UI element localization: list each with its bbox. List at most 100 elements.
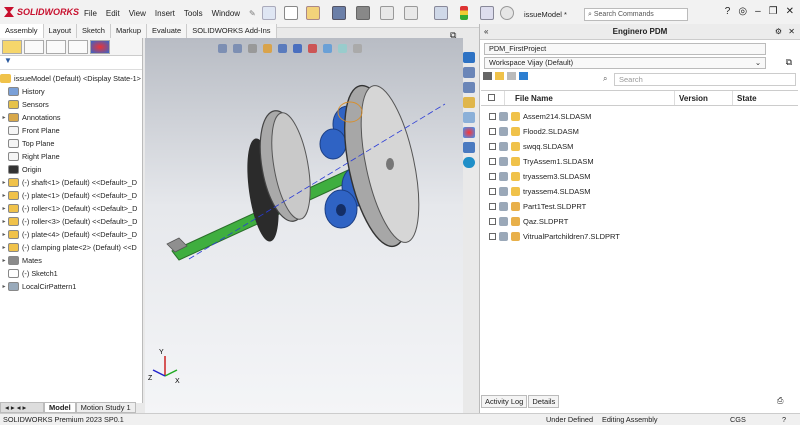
solidworks-logo[interactable]: SOLIDWORKS xyxy=(4,7,79,17)
tree-item[interactable]: ▸ Annotations xyxy=(0,111,142,124)
tree-item[interactable]: History xyxy=(0,85,142,98)
menu-file[interactable]: File xyxy=(84,9,97,18)
tree-root[interactable]: issueModel (Default) <Display State-1> xyxy=(0,72,142,85)
roller-top-2[interactable] xyxy=(319,128,347,160)
column-file-name[interactable]: File Name xyxy=(505,91,675,105)
redo-icon[interactable] xyxy=(404,6,418,20)
menu-window[interactable]: Window xyxy=(212,9,240,18)
save-icon[interactable] xyxy=(332,6,346,20)
file-properties-icon[interactable] xyxy=(480,6,494,20)
viewport-restore-icon[interactable]: ⧉ xyxy=(450,30,456,41)
view-orientation-icon[interactable] xyxy=(278,44,287,53)
column-version[interactable]: Version xyxy=(675,91,733,105)
file-checkbox[interactable] xyxy=(489,112,496,120)
section-view-icon[interactable] xyxy=(263,44,272,53)
tab-model[interactable]: Model xyxy=(44,402,76,413)
status-help-icon[interactable]: ? xyxy=(782,414,786,425)
tree-filter[interactable]: ▼ xyxy=(0,56,142,70)
help-icon[interactable]: ? xyxy=(725,6,731,17)
expand-icon[interactable]: ▸ xyxy=(0,231,8,238)
select-cursor-icon[interactable] xyxy=(434,6,448,20)
menu-view[interactable]: View xyxy=(129,9,146,18)
file-row[interactable]: TryAssem1.SLDASM xyxy=(489,154,594,168)
file-checkbox[interactable] xyxy=(489,232,496,240)
hide-show-items-icon[interactable] xyxy=(308,44,317,53)
tree-item[interactable]: ▸ (-) plate<4> (Default) <<Default>_D xyxy=(0,228,142,241)
expand-icon[interactable]: ▸ xyxy=(0,205,8,212)
view-palette-icon[interactable] xyxy=(463,112,475,123)
tab-activity-log[interactable]: Activity Log xyxy=(481,395,528,408)
column-state[interactable]: State xyxy=(733,91,798,105)
status-units[interactable]: CGS xyxy=(730,414,746,425)
custom-properties-icon[interactable] xyxy=(463,142,475,153)
rebuild-traffic-light-icon[interactable] xyxy=(460,6,468,20)
view-settings-icon[interactable] xyxy=(353,44,362,53)
previous-view-icon[interactable] xyxy=(248,44,257,53)
tab-sketch[interactable]: Sketch xyxy=(77,24,111,38)
file-row[interactable]: tryassem4.SLDASM xyxy=(489,184,591,198)
menu-edit[interactable]: Edit xyxy=(106,9,120,18)
tab-markup[interactable]: Markup xyxy=(110,24,147,38)
display-style-icon[interactable] xyxy=(293,44,302,53)
workspace-select[interactable]: Workspace Vijay (Default) ⌄ xyxy=(484,57,766,69)
dimxpert-tab-icon[interactable] xyxy=(68,40,88,54)
file-row[interactable]: tryassem3.SLDASM xyxy=(489,169,591,183)
menu-tools[interactable]: Tools xyxy=(184,9,203,18)
search-commands-input[interactable]: ⌕ Search Commands xyxy=(584,8,688,21)
tab-evaluate[interactable]: Evaluate xyxy=(147,24,188,38)
minimize-icon[interactable]: – xyxy=(755,6,761,17)
file-checkbox[interactable] xyxy=(489,127,496,135)
open-icon[interactable] xyxy=(306,6,320,20)
design-library-icon[interactable] xyxy=(463,67,475,78)
file-checkbox[interactable] xyxy=(489,217,496,225)
pin-icon[interactable]: ✎ xyxy=(249,9,256,18)
enginero-pdm-icon[interactable] xyxy=(463,157,475,168)
close-icon[interactable]: ✕ xyxy=(786,6,794,17)
select-all-checkbox[interactable] xyxy=(481,91,505,105)
user-icon[interactable]: ◎ xyxy=(738,6,747,17)
edit-appearance-icon[interactable] xyxy=(323,44,332,53)
tree-item[interactable]: Sensors xyxy=(0,98,142,111)
apply-scene-icon[interactable] xyxy=(338,44,347,53)
file-row[interactable]: Flood2.SLDASM xyxy=(489,124,579,138)
project-select[interactable]: PDM_FirstProject xyxy=(484,43,766,55)
undo-icon[interactable] xyxy=(380,6,394,20)
tab-addins[interactable]: SOLIDWORKS Add-Ins xyxy=(187,24,277,38)
tree-item[interactable]: ▸ (-) roller<1> (Default) <<Default>_D xyxy=(0,202,142,215)
file-row[interactable]: Assem214.SLDASM xyxy=(489,109,591,123)
tree-item[interactable]: ▸ (-) clamping plate<2> (Default) <<D xyxy=(0,241,142,254)
tab-scroll[interactable]: ◂ ▸ ◂ ▸ xyxy=(0,402,44,413)
display-manager-tab-icon[interactable] xyxy=(90,40,110,54)
expand-icon[interactable]: ▸ xyxy=(0,244,8,251)
expand-icon[interactable]: ▸ xyxy=(0,179,8,186)
tree-item[interactable]: ▸ (-) roller<3> (Default) <<Default>_D xyxy=(0,215,142,228)
folder-icon[interactable] xyxy=(495,72,504,80)
tree-item[interactable]: (-) Sketch1 xyxy=(0,267,142,280)
file-row[interactable]: swqq.SLDASM xyxy=(489,139,573,153)
file-checkbox[interactable] xyxy=(489,172,496,180)
close-icon[interactable]: ✕ xyxy=(788,24,795,40)
file-checkbox[interactable] xyxy=(489,187,496,195)
expand-icon[interactable]: ▸ xyxy=(0,114,8,121)
file-row[interactable]: Qaz.SLDPRT xyxy=(489,214,568,228)
file-explorer-icon[interactable] xyxy=(463,82,475,93)
settings-icon[interactable]: ⚙ xyxy=(775,24,782,40)
print-icon[interactable] xyxy=(356,6,370,20)
tree-item[interactable]: Front Plane xyxy=(0,124,142,137)
graphics-area[interactable]: Y Z X xyxy=(145,38,463,413)
tree-item[interactable]: Right Plane xyxy=(0,150,142,163)
view-options-icon[interactable] xyxy=(483,72,492,80)
folder-icon[interactable] xyxy=(463,97,475,108)
file-checkbox[interactable] xyxy=(489,202,496,210)
file-checkbox[interactable] xyxy=(489,142,496,150)
tree-item[interactable]: ▸ LocalCirPattern1 xyxy=(0,280,142,293)
file-checkbox[interactable] xyxy=(489,157,496,165)
options-gear-icon[interactable] xyxy=(500,6,514,20)
assembly-3d-model[interactable]: Y Z X xyxy=(145,38,463,413)
refresh-icon[interactable] xyxy=(519,72,528,80)
collapse-panel-icon[interactable]: « xyxy=(484,24,488,40)
feature-tree-tab-icon[interactable] xyxy=(2,40,22,54)
expand-icon[interactable]: ▸ xyxy=(0,283,8,290)
expand-icon[interactable]: ▸ xyxy=(0,257,8,264)
appearances-icon[interactable] xyxy=(463,127,475,138)
